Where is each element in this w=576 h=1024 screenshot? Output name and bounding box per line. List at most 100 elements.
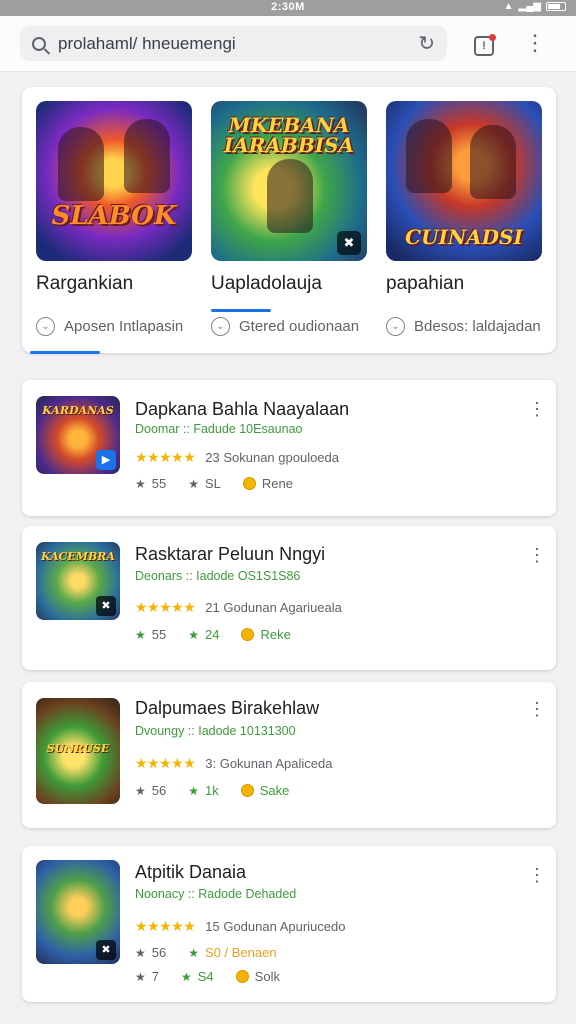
rating-text: 23 Sokunan gpouloeda: [205, 450, 339, 465]
featured-subtitle[interactable]: ⌄ Aposen Intlapasin: [36, 317, 194, 336]
stat-value: Reke: [260, 627, 291, 642]
search-bar[interactable]: prolahaml/ hneuemengi ↻: [20, 26, 447, 61]
featured-subtitle-text: Bdesos: laldajadan: [414, 318, 541, 335]
app-list-item[interactable]: ✖ Atpitik Danaia Noonacy :: Radode Dehad…: [22, 846, 556, 1002]
app-title[interactable]: Atpitik Danaia: [135, 862, 246, 883]
featured-card[interactable]: SLABOK Rargankian ⌄ Aposen Intlapasin: [36, 101, 194, 336]
app-icon[interactable]: KARDANAS ▶: [36, 396, 120, 474]
coin-icon: [242, 477, 256, 490]
app-developer[interactable]: Doomar :: Fadude 10Esaunao: [135, 422, 302, 436]
coin-icon: [241, 628, 255, 641]
app-title[interactable]: Dapkana Bahla Naayalaan: [135, 399, 349, 420]
rating-text: 3: Gokunan Apaliceda: [205, 756, 333, 771]
app-rating: ★★★★★ 15 Godunan Apuriucedo: [135, 918, 346, 935]
stat-value: SL: [205, 476, 221, 491]
hero-figure: [58, 127, 104, 201]
featured-title[interactable]: Rargankian: [36, 273, 194, 295]
app-icon[interactable]: KACEMBRA ✖: [36, 542, 120, 620]
featured-subtitle-text: Gtered oudionaan: [239, 318, 360, 335]
hero-figure: [406, 119, 452, 193]
app-stats: ★ 56 ★ 1k Sake: [135, 783, 311, 798]
artwork-title: CUINADSI: [405, 225, 523, 249]
app-icon[interactable]: ✖: [36, 860, 120, 964]
hero-figure: [267, 159, 313, 233]
clock: 2:30M: [271, 1, 305, 13]
stat-item: Rene: [242, 476, 293, 491]
app-stats: ★ 56 ★ S0 / Benaen: [135, 945, 299, 960]
stat-value: 55: [151, 476, 167, 491]
star-icon: ★: [188, 627, 199, 642]
top-app-bar: prolahaml/ hneuemengi ↻ ! ⋮: [0, 16, 576, 72]
stat-value: 56: [151, 945, 167, 960]
stat-item: Solk: [235, 969, 280, 984]
app-icon[interactable]: SUNRUSE: [36, 698, 120, 804]
app-icon-word: SUNRUSE: [46, 742, 110, 755]
stat-item: ★ 7: [135, 969, 159, 984]
stat-value: 56: [151, 783, 167, 798]
app-list-item[interactable]: KARDANAS ▶ Dapkana Bahla Naayalaan Dooma…: [22, 380, 556, 516]
rating-stars: ★★★★★: [135, 918, 196, 934]
artwork-title: MKEBANA IARABBISA: [223, 113, 355, 157]
featured-artwork[interactable]: SLABOK: [36, 101, 192, 261]
app-rating: ★★★★★ 3: Gokunan Apaliceda: [135, 755, 332, 772]
app-stats: ★ 55 ★ SL Rene: [135, 476, 315, 491]
stat-value: 24: [205, 627, 220, 642]
status-icons: ▲ ▂▄▆: [504, 1, 566, 12]
app-developer[interactable]: Dvoungy :: Iadode 10131300: [135, 724, 296, 738]
app-list-item[interactable]: SUNRUSE Dalpumaes Birakehlaw Dvoungy :: …: [22, 682, 556, 828]
rating-stars: ★★★★★: [135, 449, 196, 465]
featured-section: SLABOK Rargankian ⌄ Aposen Intlapasin MK…: [22, 87, 556, 354]
app-list-item[interactable]: KACEMBRA ✖ Rasktarar Peluun Nngyi Deonar…: [22, 526, 556, 670]
badge-icon: ▶: [96, 450, 116, 470]
hero-figure: [124, 119, 170, 193]
badge-icon: ✖: [96, 596, 116, 616]
app-stats: ★ 7 ★ S4 Solk: [135, 969, 302, 984]
stat-value: S0 / Benaen: [205, 945, 277, 960]
app-title[interactable]: Rasktarar Peluun Nngyi: [135, 544, 325, 565]
signal-icon: ▂▄▆: [518, 1, 541, 12]
stat-value: Sake: [259, 783, 290, 798]
featured-artwork[interactable]: MKEBANA IARABBISA ✖: [211, 101, 367, 261]
rating-stars: ★★★★★: [135, 599, 196, 615]
refresh-icon[interactable]: ↻: [418, 31, 435, 56]
featured-card[interactable]: MKEBANA IARABBISA ✖ Uapladolauja ⌄ Gtere…: [211, 101, 369, 336]
stat-item: ★ SL: [188, 476, 221, 491]
stat-value: 7: [151, 969, 159, 984]
game-badge-icon: ✖: [337, 231, 361, 255]
stat-item: ★ 56: [135, 783, 166, 798]
app-developer[interactable]: Deonars :: Iadode OS1S1S86: [135, 569, 300, 583]
rating-text: 21 Godunan Agariueala: [205, 600, 342, 615]
more-options-icon[interactable]: ⋮: [528, 400, 546, 418]
coin-icon: [240, 784, 254, 797]
featured-subtitle[interactable]: ⌄ Gtered oudionaan: [211, 317, 369, 336]
rating-text: 15 Godunan Apuriucedo: [205, 919, 346, 934]
notification-icon[interactable]: !: [474, 34, 496, 56]
more-options-icon[interactable]: ⋮: [528, 866, 546, 884]
rating-stars: ★★★★★: [135, 755, 196, 771]
badge-icon: ✖: [96, 940, 116, 960]
stat-value: S4: [197, 969, 214, 984]
featured-subtitle[interactable]: ⌄ Bdesos: laldajadan: [386, 317, 544, 336]
search-input[interactable]: prolahaml/ hneuemengi: [58, 34, 418, 54]
more-options-icon[interactable]: ⋮: [528, 546, 546, 564]
stat-item: ★ 56: [135, 945, 166, 960]
app-developer[interactable]: Noonacy :: Radode Dehaded: [135, 887, 296, 901]
more-options-icon[interactable]: ⋮: [524, 32, 546, 54]
star-icon: ★: [135, 783, 146, 798]
app-title[interactable]: Dalpumaes Birakehlaw: [135, 698, 319, 719]
stat-value: Rene: [261, 476, 293, 491]
app-icon-word: KARDANAS: [42, 404, 114, 417]
star-icon: ★: [188, 945, 199, 960]
chevron-down-icon: ⌄: [211, 317, 230, 336]
featured-title[interactable]: Uapladolauja: [211, 273, 369, 295]
stat-item: ★ 55: [135, 476, 166, 491]
featured-title[interactable]: papahian: [386, 273, 544, 295]
app-rating: ★★★★★ 21 Godunan Agariueala: [135, 599, 342, 616]
stat-item: Reke: [241, 627, 291, 642]
featured-card[interactable]: CUINADSI papahian ⌄ Bdesos: laldajadan: [386, 101, 544, 336]
search-icon[interactable]: [32, 36, 46, 51]
featured-artwork[interactable]: CUINADSI: [386, 101, 542, 261]
star-icon: ★: [135, 476, 146, 491]
more-options-icon[interactable]: ⋮: [528, 700, 546, 718]
star-icon: ★: [188, 783, 199, 798]
